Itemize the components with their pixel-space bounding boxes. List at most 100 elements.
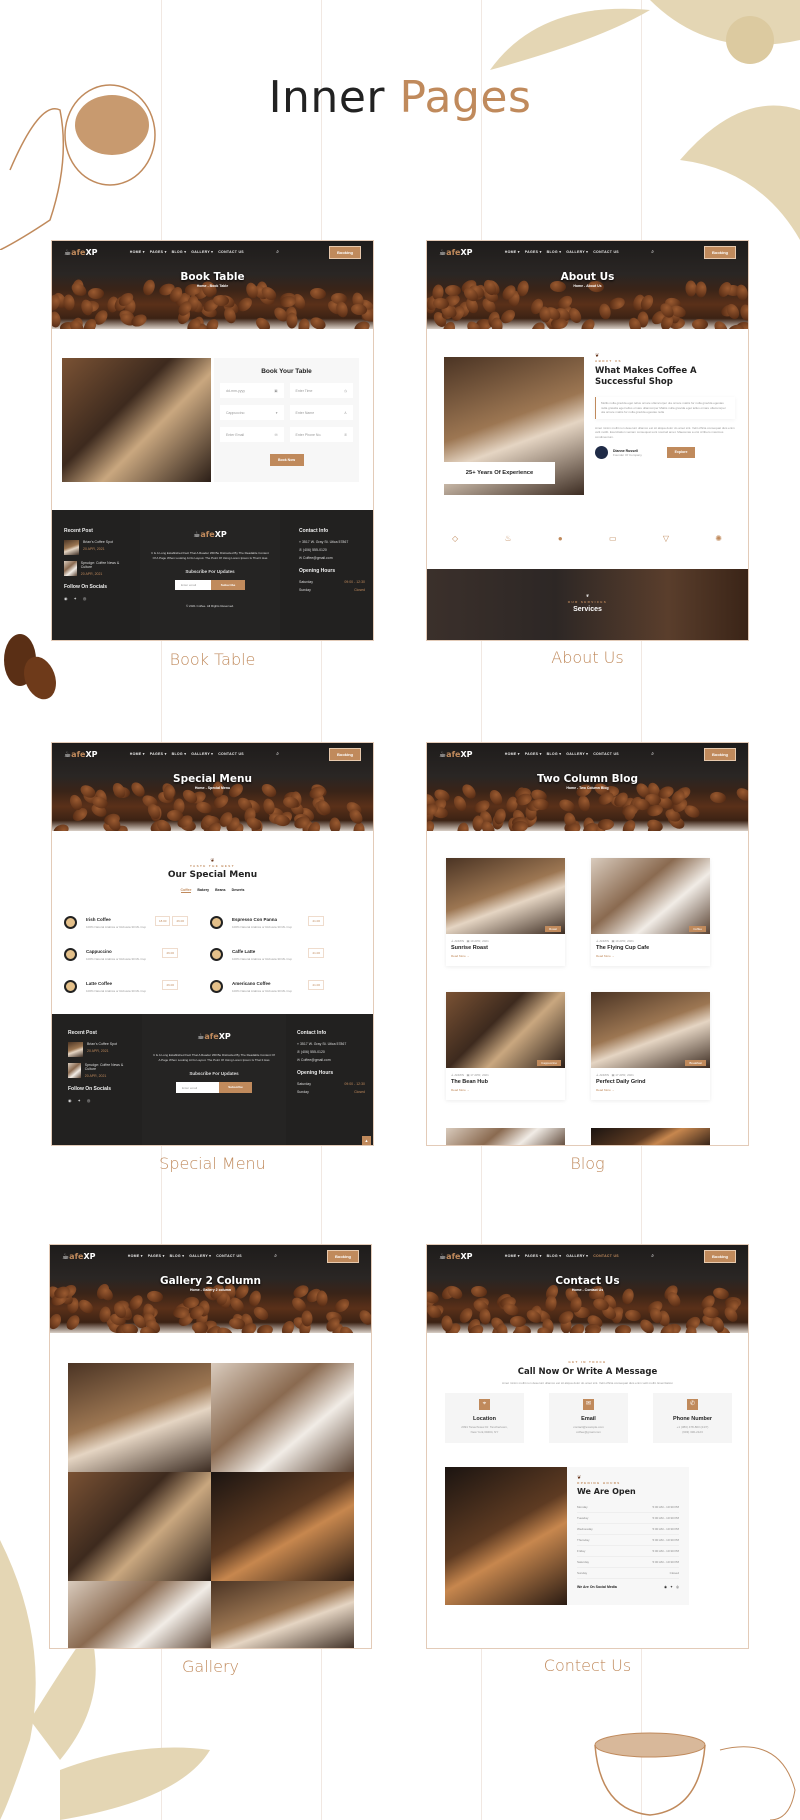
nav-contact[interactable]: CONTACT US (593, 752, 619, 756)
logo[interactable]: ☕afeXP (62, 1252, 96, 1261)
read-more-link[interactable]: Read More → (446, 951, 565, 966)
gallery-image[interactable] (68, 1363, 211, 1472)
subscribe-email-input[interactable]: Enter email (176, 1082, 219, 1093)
nav-pages[interactable]: PAGES ▾ (148, 1254, 165, 1258)
nav-gallery[interactable]: GALLERY ▾ (566, 250, 588, 254)
twitter-icon[interactable]: ✦ (78, 1098, 81, 1103)
date-input[interactable]: dd-mm-yyyy ▣ (220, 383, 284, 398)
nav-blog[interactable]: BLOG ▾ (172, 752, 187, 756)
subscribe-button[interactable]: Subscribe (219, 1082, 252, 1093)
nav-blog[interactable]: BLOG ▾ (547, 1254, 562, 1258)
menu-item[interactable]: Caffe Latte 100% Natural Arabica or Robus… (210, 946, 334, 972)
menu-item[interactable]: Cappuccino 100% Natural Arabica or Robust… (64, 946, 188, 972)
instagram-icon[interactable]: ◉ (64, 596, 68, 601)
booking-button[interactable]: Booking (704, 1249, 736, 1263)
footer-logo[interactable]: ☕afeXP (142, 1032, 286, 1041)
phone-input[interactable]: Enter Phone No. ✆ (289, 427, 353, 442)
menu-item[interactable]: Irish Coffee 100% Natural Arabica or Robu… (64, 914, 188, 940)
nav-pages[interactable]: PAGES ▾ (525, 250, 542, 254)
nav-contact[interactable]: CONTACT US (216, 1254, 242, 1258)
recent-post-item[interactable]: Sprudge: Coffee News & Culture 20 APR, 20… (68, 1063, 128, 1078)
tab-deserts[interactable]: Deserts (232, 888, 245, 893)
subscribe-button[interactable]: Subscribe (211, 580, 245, 590)
about-us-preview[interactable]: ☕afeXP HOME ▾ PAGES ▾ BLOG ▾ GALLERY ▾ C… (426, 240, 749, 641)
menu-item[interactable]: Latte Coffee 100% Natural Arabica or Robu… (64, 978, 188, 1004)
search-icon[interactable]: ⌕ (651, 1253, 654, 1259)
pinterest-icon[interactable]: ◎ (87, 1098, 91, 1103)
gallery-image[interactable] (68, 1472, 211, 1581)
nav-pages[interactable]: PAGES ▾ (525, 752, 542, 756)
logo[interactable]: ☕afeXP (64, 750, 98, 759)
footer-email[interactable]: ✉ Coffee@gmail.com (299, 556, 365, 560)
logo[interactable]: ☕afeXP (439, 248, 473, 257)
recent-post-item[interactable]: Sprudge: Coffee News & Culture 20 APR, 20… (64, 561, 124, 576)
read-more-link[interactable]: Read More → (591, 951, 710, 966)
footer-phone[interactable]: ✆ (406) 555-0120 (297, 1050, 365, 1054)
gallery-image[interactable] (68, 1581, 211, 1648)
search-icon[interactable]: ⌕ (276, 249, 279, 255)
gallery-image[interactable] (211, 1472, 354, 1581)
tab-beans[interactable]: Beans (215, 888, 226, 893)
logo[interactable]: ☕afeXP (64, 248, 98, 257)
blog-preview[interactable]: ☕afeXP HOME ▾ PAGES ▾ BLOG ▾ GALLERY ▾ C… (426, 742, 749, 1146)
footer-email[interactable]: ✉ Coffee@gmail.com (297, 1058, 365, 1062)
blog-post-card[interactable]: Breakfast ♙ ADMIN ▣ 17 APR, 2021 Perfect… (591, 992, 710, 1100)
scroll-to-top-button[interactable]: ▲ (362, 1136, 371, 1145)
explore-button[interactable]: Explore (667, 447, 695, 458)
nav-home[interactable]: HOME ▾ (505, 250, 520, 254)
read-more-link[interactable]: Read More → (591, 1085, 710, 1100)
nav-blog[interactable]: BLOG ▾ (547, 250, 562, 254)
pinterest-icon[interactable]: ◎ (676, 1585, 679, 1589)
nav-blog[interactable]: BLOG ▾ (172, 250, 187, 254)
search-icon[interactable]: ⌕ (274, 1253, 277, 1259)
time-input[interactable]: Enter Time ◷ (289, 383, 353, 398)
coffee-select[interactable]: Cappuccino ▾ (220, 405, 284, 420)
menu-item[interactable]: Americano Coffee 100% Natural Arabica or … (210, 978, 334, 1004)
blog-post-card[interactable]: Coffee ♙ ADMIN ▣ 19 APR, 2021 The Flying… (591, 858, 710, 966)
contact-us-preview[interactable]: ☕afeXP HOME ▾ PAGES ▾ BLOG ▾ GALLERY ▾ C… (426, 1244, 749, 1649)
nav-home[interactable]: HOME ▾ (130, 250, 145, 254)
instagram-icon[interactable]: ◉ (68, 1098, 72, 1103)
nav-contact[interactable]: CONTACT US (218, 752, 244, 756)
nav-pages[interactable]: PAGES ▾ (150, 752, 167, 756)
nav-pages[interactable]: PAGES ▾ (150, 250, 167, 254)
nav-contact[interactable]: CONTACT US (593, 1254, 619, 1258)
booking-button[interactable]: Booking (327, 1249, 359, 1263)
name-input[interactable]: Enter Name ♙ (289, 405, 353, 420)
recent-post-item[interactable]: Brian's Coffee Spot 20 APR, 2021 (68, 1042, 128, 1057)
logo[interactable]: ☕afeXP (439, 1252, 473, 1261)
nav-gallery[interactable]: GALLERY ▾ (566, 1254, 588, 1258)
booking-button[interactable]: Booking (704, 747, 736, 761)
blog-post-card[interactable]: Roast ♙ ADMIN ▣ 19 APR, 2021 Sunrise Roa… (446, 858, 565, 966)
nav-home[interactable]: HOME ▾ (130, 752, 145, 756)
booking-button[interactable]: Booking (704, 245, 736, 259)
nav-gallery[interactable]: GALLERY ▾ (189, 1254, 211, 1258)
nav-contact[interactable]: CONTACT US (218, 250, 244, 254)
nav-home[interactable]: HOME ▾ (505, 1254, 520, 1258)
subscribe-email-input[interactable]: Enter email (175, 580, 211, 590)
footer-logo[interactable]: ☕afeXP (140, 530, 280, 539)
tab-coffee[interactable]: Coffee (180, 888, 192, 893)
menu-item[interactable]: Espresso Con Panna 100% Natural Arabica o… (210, 914, 334, 940)
gallery-preview[interactable]: ☕afeXP HOME ▾ PAGES ▾ BLOG ▾ GALLERY ▾ C… (49, 1244, 372, 1649)
nav-home[interactable]: HOME ▾ (505, 752, 520, 756)
nav-gallery[interactable]: GALLERY ▾ (191, 250, 213, 254)
pinterest-icon[interactable]: ◎ (83, 596, 87, 601)
book-now-button[interactable]: Book Now (269, 454, 304, 466)
blog-post-card[interactable]: Cappuccino ♙ ADMIN ▣ 17 APR, 2021 The Be… (446, 992, 565, 1100)
twitter-icon[interactable]: ✦ (670, 1585, 673, 1589)
logo[interactable]: ☕afeXP (439, 750, 473, 759)
footer-phone[interactable]: ✆ (406) 555-0120 (299, 548, 365, 552)
nav-blog[interactable]: BLOG ▾ (547, 752, 562, 756)
read-more-link[interactable]: Read More → (446, 1085, 565, 1100)
instagram-icon[interactable]: ◉ (664, 1585, 667, 1589)
recent-post-item[interactable]: Brian's Coffee Spot 20 APR, 2021 (64, 540, 124, 555)
nav-gallery[interactable]: GALLERY ▾ (191, 752, 213, 756)
booking-button[interactable]: Booking (329, 747, 361, 761)
book-table-preview[interactable]: ☕afeXP HOME ▾ PAGES ▾ BLOG ▾ GALLERY ▾ C… (51, 240, 374, 641)
tab-bakery[interactable]: Bakery (197, 888, 209, 893)
nav-home[interactable]: HOME ▾ (128, 1254, 143, 1258)
search-icon[interactable]: ⌕ (651, 751, 654, 757)
special-menu-preview[interactable]: ☕afeXP HOME ▾ PAGES ▾ BLOG ▾ GALLERY ▾ C… (51, 742, 374, 1146)
twitter-icon[interactable]: ✦ (74, 596, 77, 601)
